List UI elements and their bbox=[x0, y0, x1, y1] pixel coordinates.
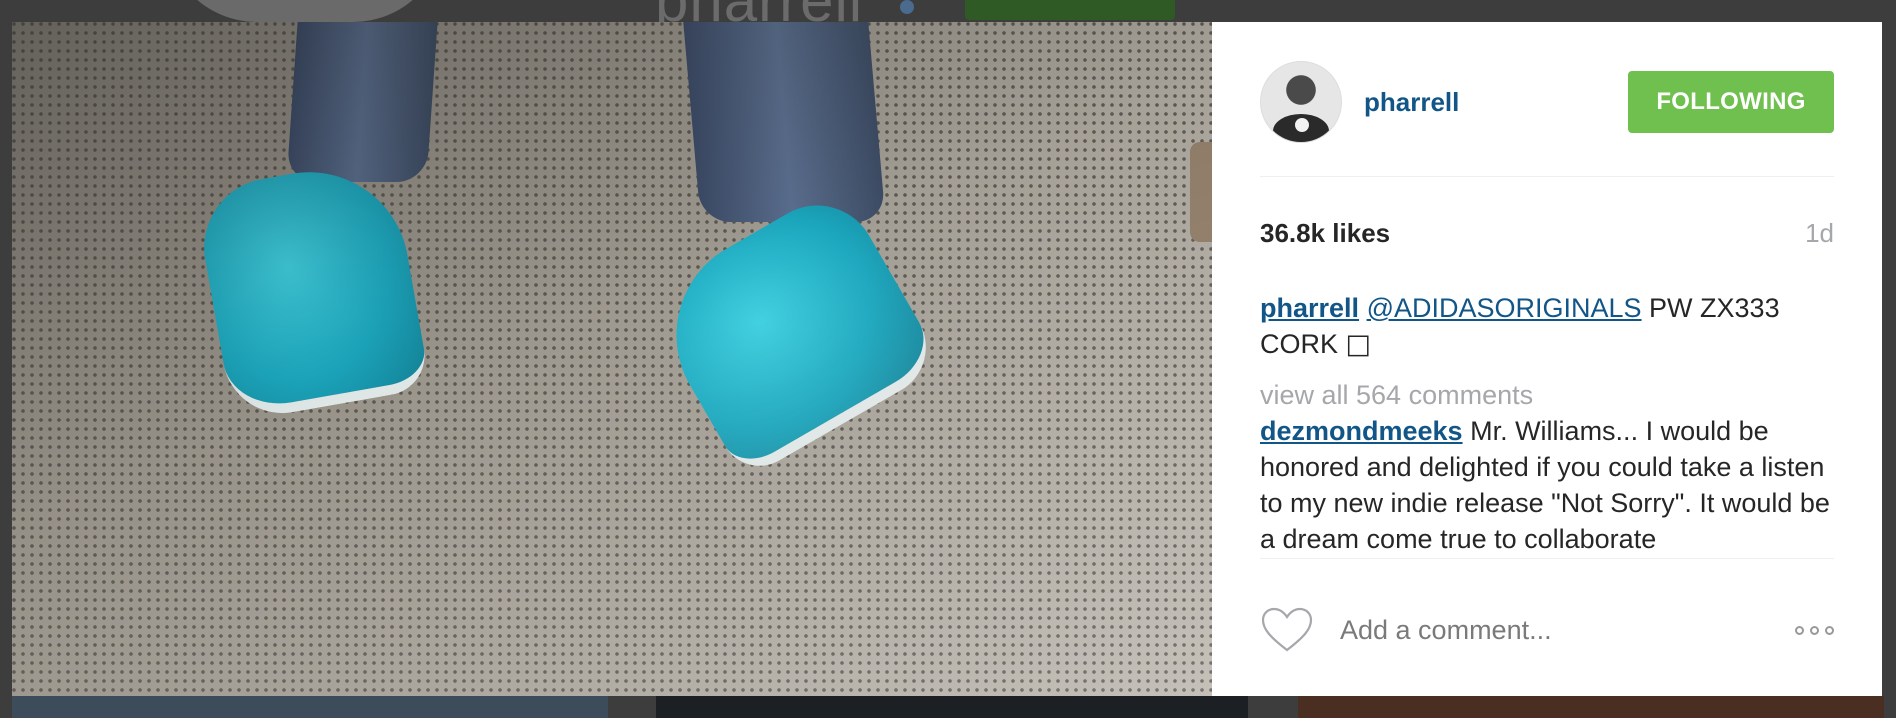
more-dot bbox=[1825, 625, 1834, 635]
more-dot bbox=[1810, 625, 1819, 635]
post-video[interactable] bbox=[12, 22, 1212, 696]
comments-list[interactable]: pharrell @ADIDASORIGINALS PW ZX333 CORK … bbox=[1260, 290, 1834, 552]
following-button[interactable]: FOLLOWING bbox=[1628, 71, 1834, 133]
post-modal: pharrell FOLLOWING 36.8k likes 1d pharre… bbox=[12, 22, 1882, 696]
post-actions bbox=[1260, 600, 1834, 660]
caption-unsupported-glyph: □ bbox=[1345, 329, 1372, 360]
header-divider bbox=[1260, 176, 1834, 177]
more-options-icon[interactable] bbox=[1795, 625, 1834, 635]
background-grid-thumbnail bbox=[1298, 696, 1884, 718]
more-dot bbox=[1795, 625, 1804, 635]
footer-divider bbox=[1260, 558, 1834, 559]
comment-item: dezmondmeeks Mr. Williams... I would be … bbox=[1260, 413, 1834, 552]
post-timestamp[interactable]: 1d bbox=[1805, 218, 1834, 249]
video-frame-shading bbox=[12, 22, 1212, 696]
background-follow-button bbox=[965, 0, 1175, 20]
author-username-link[interactable]: pharrell bbox=[1364, 87, 1459, 118]
likes-count[interactable]: 36.8k likes bbox=[1260, 218, 1390, 249]
view-all-comments-link[interactable]: view all 564 comments bbox=[1260, 377, 1834, 413]
post-details-panel: pharrell FOLLOWING 36.8k likes 1d pharre… bbox=[1212, 22, 1882, 696]
background-grid-thumbnail bbox=[656, 696, 1248, 718]
background-grid-thumbnail bbox=[12, 696, 608, 718]
caption-mention-link[interactable]: @ADIDASORIGINALS bbox=[1367, 293, 1642, 323]
comment-username-link[interactable]: dezmondmeeks bbox=[1260, 416, 1463, 446]
post-stats: 36.8k likes 1d bbox=[1260, 218, 1834, 249]
background-profile-avatar bbox=[165, 0, 445, 22]
avatar-badge bbox=[1295, 118, 1309, 132]
caption-username-link[interactable]: pharrell bbox=[1260, 293, 1359, 323]
background-verified-icon bbox=[900, 0, 914, 14]
add-comment-input[interactable] bbox=[1338, 613, 1795, 647]
caption: pharrell @ADIDASORIGINALS PW ZX333 CORK … bbox=[1260, 290, 1834, 363]
post-header: pharrell FOLLOWING bbox=[1260, 61, 1834, 143]
heart-icon[interactable] bbox=[1260, 606, 1314, 654]
author-avatar[interactable] bbox=[1260, 61, 1342, 143]
